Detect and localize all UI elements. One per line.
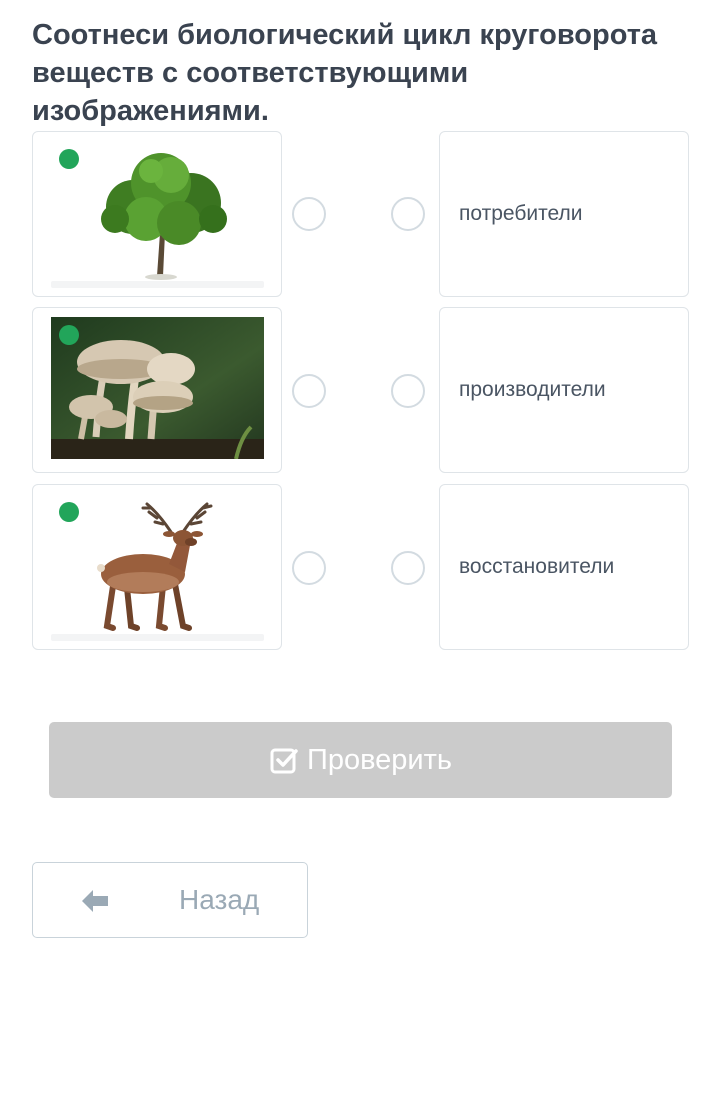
question-title: Соотнеси биологический цикл круговорота … — [32, 19, 658, 127]
left-radio-3[interactable] — [292, 551, 326, 585]
image-card-mushrooms[interactable] — [32, 307, 282, 473]
brand-logo-icon — [59, 502, 79, 522]
answer-card-1[interactable]: потребители — [439, 131, 689, 297]
back-button[interactable]: Назад — [32, 862, 308, 938]
image-card-tree[interactable] — [32, 131, 282, 297]
tree-image — [51, 141, 264, 283]
right-radio-3[interactable] — [391, 551, 425, 585]
answer-label-3: восстановители — [459, 555, 615, 578]
back-button-label: Назад — [179, 884, 260, 915]
brand-logo-icon — [59, 149, 79, 169]
image-card-deer[interactable] — [32, 484, 282, 650]
answer-label-2: производители — [459, 378, 606, 401]
check-square-icon — [270, 748, 298, 774]
left-radio-1[interactable] — [292, 197, 326, 231]
answer-card-2[interactable]: производители — [439, 307, 689, 473]
arrow-left-icon — [82, 890, 108, 912]
brand-logo-icon — [59, 325, 79, 345]
mushrooms-image — [51, 317, 264, 459]
deer-image — [51, 494, 264, 636]
image-footer-strip — [51, 634, 264, 641]
right-radio-2[interactable] — [391, 374, 425, 408]
answer-card-3[interactable]: восстановители — [439, 484, 689, 650]
check-button-label: Проверить — [306, 743, 453, 776]
check-button[interactable]: Проверить — [49, 722, 672, 798]
left-radio-2[interactable] — [292, 374, 326, 408]
image-footer-strip — [51, 281, 264, 288]
answer-label-1: потребители — [459, 202, 583, 225]
right-radio-1[interactable] — [391, 197, 425, 231]
